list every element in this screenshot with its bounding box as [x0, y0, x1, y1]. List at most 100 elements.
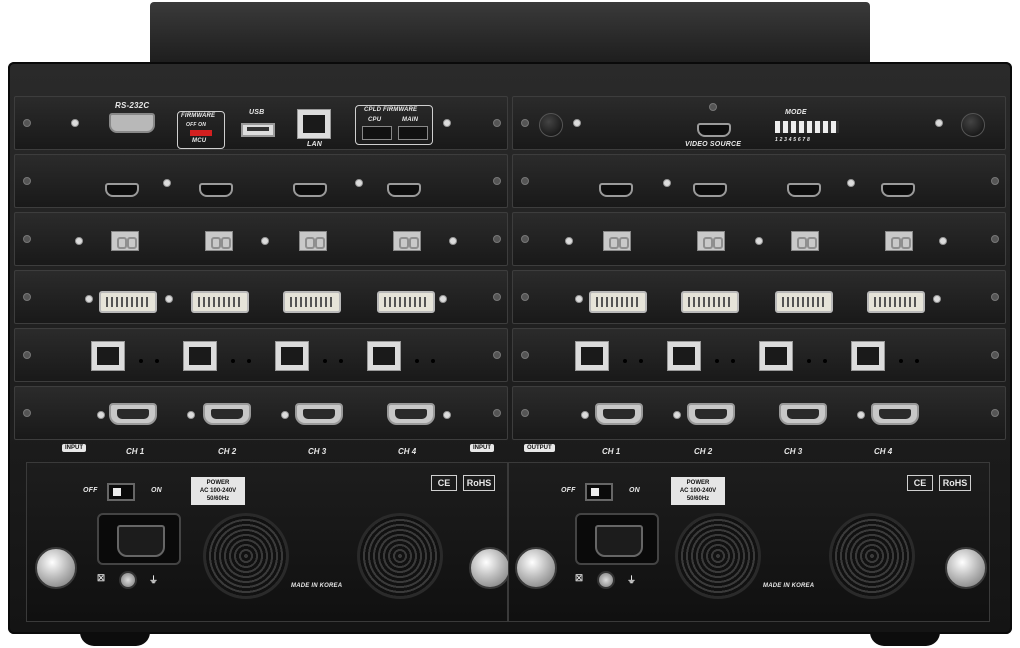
dvi-port[interactable]: [377, 291, 435, 313]
screw: [521, 119, 529, 127]
rs232c-label: RS-232C: [115, 101, 150, 110]
firmware-mcu-label: MCU: [192, 138, 207, 144]
output-tag: OUTPUT: [524, 444, 555, 452]
hdmi-port[interactable]: [387, 183, 421, 197]
fiber-port[interactable]: [299, 231, 327, 251]
screw: [847, 179, 855, 187]
ground-terminal[interactable]: [119, 571, 137, 589]
hdmi-port[interactable]: [293, 183, 327, 197]
screw: [933, 295, 941, 303]
vga-card-right: [512, 386, 1006, 440]
hdmi-port[interactable]: [693, 183, 727, 197]
led-indicator: [415, 359, 419, 363]
fiber-port[interactable]: [885, 231, 913, 251]
iec-power-inlet[interactable]: [575, 513, 659, 565]
fiber-port[interactable]: [393, 231, 421, 251]
rj45-port[interactable]: [851, 341, 885, 371]
fiber-port[interactable]: [603, 231, 631, 251]
cooling-fan: [357, 513, 443, 599]
ce-mark: CE: [907, 475, 933, 491]
input-tag-right: INPUT: [470, 444, 494, 452]
vga-port[interactable]: [687, 403, 735, 425]
screw: [493, 351, 501, 359]
thumb-screw-right[interactable]: [961, 113, 985, 137]
dvi-port[interactable]: [867, 291, 925, 313]
firmware-switch[interactable]: [190, 130, 212, 136]
vga-port[interactable]: [295, 403, 343, 425]
firmware-title: FIRMWARE: [181, 113, 216, 119]
thumb-screw[interactable]: [469, 547, 511, 589]
cpld-cpu-port[interactable]: [362, 126, 392, 140]
led-indicator: [323, 359, 327, 363]
thumb-screw-left[interactable]: [539, 113, 563, 137]
hdmi-port[interactable]: [599, 183, 633, 197]
screw: [493, 177, 501, 185]
cpld-main-port[interactable]: [398, 126, 428, 140]
weee-icon: ☒: [97, 573, 106, 583]
mode-dip-switch[interactable]: [775, 121, 839, 133]
led-indicator: [623, 359, 627, 363]
vga-port[interactable]: [109, 403, 157, 425]
video-source-hdmi-port[interactable]: [697, 123, 731, 137]
screw: [521, 293, 529, 301]
power-switch[interactable]: [585, 483, 613, 501]
screw: [97, 411, 105, 419]
fiber-port[interactable]: [791, 231, 819, 251]
hdmi-port[interactable]: [787, 183, 821, 197]
fiber-card-right: [512, 212, 1006, 266]
screw: [857, 411, 865, 419]
firmware-switch-box: FIRMWARE OFF ON MCU: [177, 111, 225, 149]
hdmi-port[interactable]: [881, 183, 915, 197]
rj45-port[interactable]: [183, 341, 217, 371]
dvi-port[interactable]: [589, 291, 647, 313]
screw: [663, 179, 671, 187]
cooling-fan: [675, 513, 761, 599]
dvi-port[interactable]: [283, 291, 341, 313]
hdmi-port[interactable]: [105, 183, 139, 197]
fiber-port[interactable]: [111, 231, 139, 251]
ground-terminal[interactable]: [597, 571, 615, 589]
dvi-port[interactable]: [775, 291, 833, 313]
power-off-label: OFF: [561, 487, 576, 494]
fiber-port[interactable]: [205, 231, 233, 251]
vga-port[interactable]: [779, 403, 827, 425]
rj45-port[interactable]: [667, 341, 701, 371]
screw: [23, 409, 31, 417]
power-rating-box: POWER AC 100-240V 50/60Hz: [671, 477, 725, 505]
dvi-port[interactable]: [681, 291, 739, 313]
dvi-port[interactable]: [99, 291, 157, 313]
power-switch[interactable]: [107, 483, 135, 501]
thumb-screw[interactable]: [515, 547, 557, 589]
hdmi-card-right: [512, 154, 1006, 208]
led-indicator: [823, 359, 827, 363]
usb-label: USB: [249, 109, 265, 116]
screw: [991, 177, 999, 185]
rs232c-port[interactable]: [109, 113, 155, 133]
rj45-card-right: [512, 328, 1006, 382]
fiber-port[interactable]: [697, 231, 725, 251]
lan-port[interactable]: [297, 109, 331, 139]
iec-power-inlet[interactable]: [97, 513, 181, 565]
cpld-main-label: MAIN: [402, 117, 419, 123]
rj45-port[interactable]: [275, 341, 309, 371]
rj45-port[interactable]: [367, 341, 401, 371]
thumb-screw[interactable]: [35, 547, 77, 589]
usb-port[interactable]: [241, 123, 275, 137]
screw: [23, 235, 31, 243]
rj45-port[interactable]: [575, 341, 609, 371]
hdmi-port[interactable]: [199, 183, 233, 197]
vga-port[interactable]: [595, 403, 643, 425]
input-channel-label: CH 3: [308, 447, 327, 456]
cooling-fan: [203, 513, 289, 599]
vga-port[interactable]: [203, 403, 251, 425]
thumb-screw[interactable]: [945, 547, 987, 589]
vga-port[interactable]: [387, 403, 435, 425]
rj45-port[interactable]: [91, 341, 125, 371]
rj45-port[interactable]: [759, 341, 793, 371]
vga-port[interactable]: [871, 403, 919, 425]
dvi-port[interactable]: [191, 291, 249, 313]
mode-label: MODE: [785, 109, 807, 116]
screw: [493, 409, 501, 417]
vga-card-left: [14, 386, 508, 440]
video-source-label: VIDEO SOURCE: [685, 141, 742, 148]
